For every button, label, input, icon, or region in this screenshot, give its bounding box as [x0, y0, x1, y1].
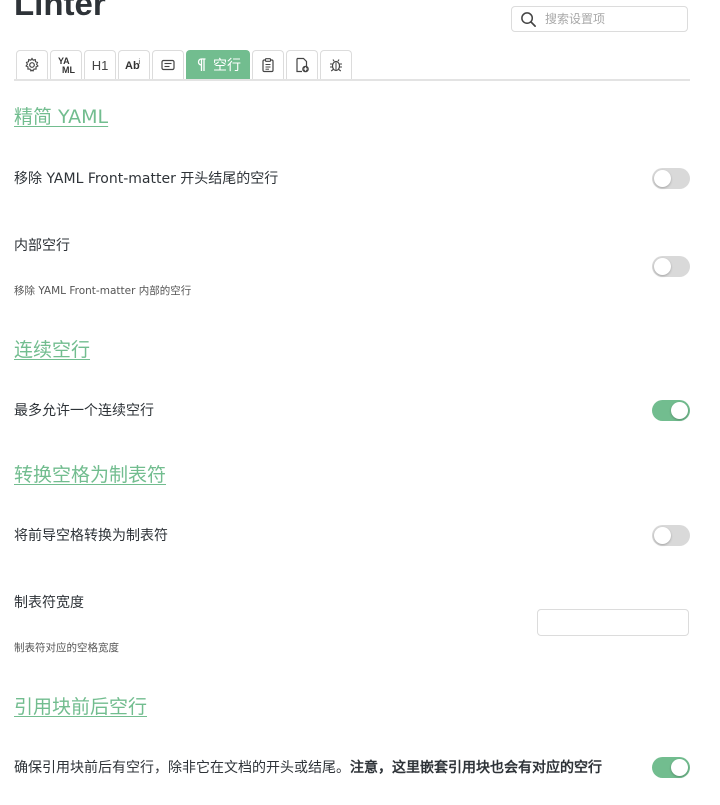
- toggle-knob: [654, 170, 671, 187]
- search-box[interactable]: [511, 6, 688, 32]
- setting-name-blockquote-blank-lines: 确保引用块前后有空行，除非它在文档的开头或结尾。注意，这里嵌套引用块也会有对应的…: [14, 759, 602, 777]
- setting-name-max-one-blank-line: 最多允许一个连续空行: [14, 403, 154, 419]
- section-heading-blockquote-blank-lines: 引用块前后空行: [14, 696, 148, 718]
- pilcrow-icon: [197, 58, 206, 71]
- bug-icon: [330, 59, 342, 72]
- tab-spacing[interactable]: 空行: [186, 50, 250, 79]
- tab-content[interactable]: Ab i: [118, 50, 150, 79]
- settings-tabs: YA ML H1 Ab i 空行: [16, 50, 352, 80]
- tab-general[interactable]: [16, 50, 48, 79]
- file-plus-icon: [296, 57, 309, 73]
- setting-name-leading-spaces-to-tabs: 将前导空格转换为制表符: [14, 528, 168, 544]
- setting-name-yaml-edge-blank-lines: 移除 YAML Front-matter 开头结尾的空行: [14, 171, 279, 187]
- svg-text:ML: ML: [62, 65, 75, 75]
- toggle-knob: [671, 759, 688, 776]
- tab-text[interactable]: [152, 50, 184, 79]
- setting-name-note: 注意，这里嵌套引用块也会有对应的空行: [350, 760, 602, 776]
- tabs-divider: [14, 79, 690, 81]
- content-icon: [161, 59, 175, 71]
- clipboard-icon: [262, 58, 274, 73]
- toggle-yaml-edge-blank-lines[interactable]: [652, 168, 690, 189]
- setting-name-yaml-inner-blank-lines: 内部空行: [14, 238, 70, 254]
- toggle-max-one-blank-line[interactable]: [652, 400, 690, 421]
- tab-yaml[interactable]: YA ML: [50, 50, 82, 79]
- tab-heading[interactable]: H1: [84, 50, 116, 79]
- setting-name-tab-width: 制表符宽度: [14, 595, 84, 611]
- section-heading-spaces-to-tabs: 转换空格为制表符: [14, 464, 167, 486]
- gear-icon: [25, 57, 39, 72]
- heading-icon: H1: [91, 57, 109, 73]
- toggle-blockquote-blank-lines[interactable]: [652, 757, 690, 778]
- toggle-knob: [671, 402, 688, 419]
- tab-spacing-label: 空行: [213, 58, 241, 74]
- setting-desc-yaml-inner-blank-lines: 移除 YAML Front-matter 内部的空行: [14, 285, 192, 297]
- tab-custom[interactable]: [286, 50, 318, 79]
- tab-paste[interactable]: [252, 50, 284, 79]
- section-heading-trim-yaml: 精简 YAML: [14, 106, 109, 128]
- search-input[interactable]: [545, 9, 683, 29]
- section-heading-consecutive-blank-lines: 连续空行: [14, 339, 91, 361]
- setting-name-text: 确保引用块前后有空行，除非它在文档的开头或结尾。: [14, 760, 350, 776]
- toggle-knob: [654, 258, 671, 275]
- yaml-icon: YA ML: [58, 56, 75, 75]
- setting-desc-tab-width: 制表符对应的空格宽度: [14, 642, 119, 654]
- toggle-knob: [654, 527, 671, 544]
- search-icon: [521, 12, 536, 27]
- toggle-yaml-inner-blank-lines[interactable]: [652, 256, 690, 277]
- toggle-leading-spaces-to-tabs[interactable]: [652, 525, 690, 546]
- tab-width-input[interactable]: [537, 609, 689, 636]
- ab-icon: Ab i: [125, 59, 141, 72]
- page-title: Linter: [14, 0, 106, 22]
- tab-debug[interactable]: [320, 50, 352, 79]
- svg-text:i: i: [139, 59, 141, 66]
